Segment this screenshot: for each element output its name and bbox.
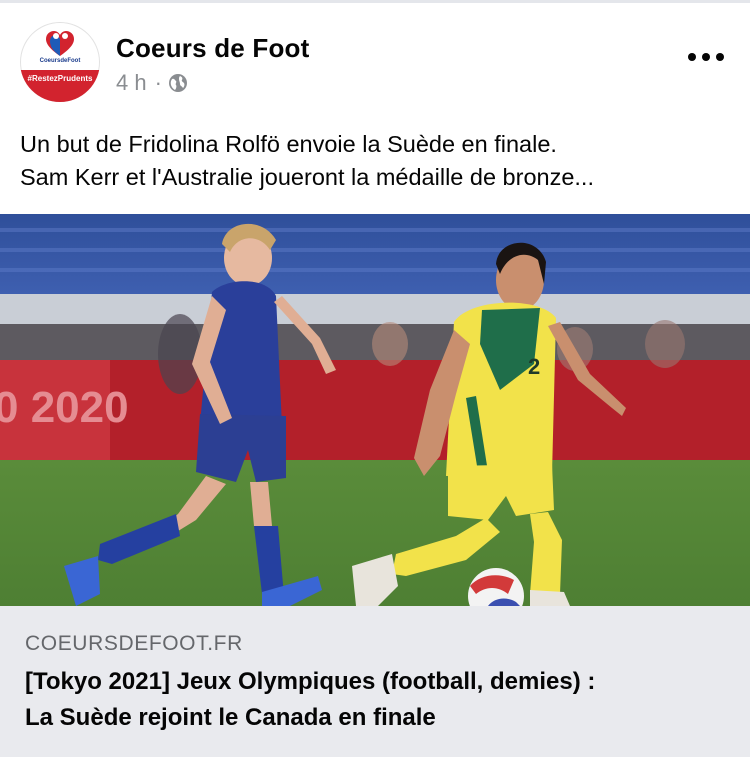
post-meta: 4 h · <box>116 70 188 96</box>
avatar-band: #RestezPrudents <box>20 70 100 102</box>
post-photo[interactable]: 0 2020 2 <box>0 214 750 606</box>
more-dot <box>716 53 724 61</box>
page-name-link[interactable]: Coeurs de Foot <box>116 33 309 64</box>
meta-separator: · <box>154 70 162 95</box>
link-preview[interactable]: COEURSDEFOOT.FR [Tokyo 2021] Jeux Olympi… <box>0 606 750 757</box>
post-message-line: Un but de Fridolina Rolfö envoie la Suèd… <box>20 131 557 157</box>
more-dot <box>702 53 710 61</box>
more-options-icon[interactable] <box>688 48 724 66</box>
link-title[interactable]: [Tokyo 2021] Jeux Olympiques (football, … <box>25 664 735 736</box>
post-header: CoeursdeFoot #RestezPrudents Coeurs de F… <box>0 0 750 110</box>
link-domain: COEURSDEFOOT.FR <box>25 632 243 655</box>
post-message: Un but de Fridolina Rolfö envoie la Suèd… <box>20 128 735 194</box>
post-message-line: Sam Kerr et l'Australie joueront la méda… <box>20 164 594 190</box>
link-title-line: La Suède rejoint le Canada en finale <box>25 704 436 731</box>
link-title-line: [Tokyo 2021] Jeux Olympiques (football, … <box>25 668 596 695</box>
avatar-logo-text: CoeursdeFoot <box>39 58 81 64</box>
more-dot <box>688 53 696 61</box>
banner-text: 0 2020 <box>0 383 129 432</box>
post-timestamp[interactable]: 4 h <box>116 70 147 96</box>
page-avatar[interactable]: CoeursdeFoot #RestezPrudents <box>20 22 100 102</box>
globe-icon <box>168 73 188 93</box>
player-number: 2 <box>528 354 540 379</box>
